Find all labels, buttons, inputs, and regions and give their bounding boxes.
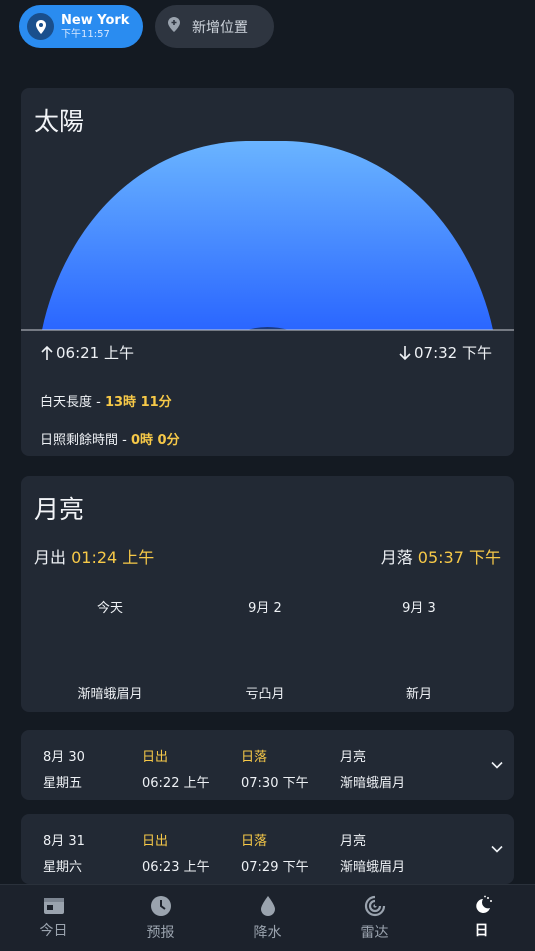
moonset-label: 月落 [380, 548, 413, 567]
nav-tab-radar[interactable]: 雷达 [321, 885, 428, 951]
daylight-value: 13時 11分 [104, 395, 172, 410]
chevron-down-icon[interactable] [490, 842, 504, 856]
sun-card: 太陽 06:21 上午 07:32 下午 白天長度 - 13時 11分 日照剩餘… [21, 88, 514, 456]
sun-daylight-arc [42, 141, 493, 330]
remaining-label: 日照剩餘時間 - [40, 433, 127, 448]
day-sunset-label: 日落 [241, 834, 268, 849]
clock-icon [150, 896, 171, 916]
nav-label: 降水 [253, 925, 282, 941]
sunrise-time: 06:21 上午 [56, 344, 134, 362]
drop-icon [260, 896, 275, 916]
daylight-label: 白天長度 - [40, 395, 101, 410]
radar-icon [364, 895, 386, 917]
nav-tab-sun-moon[interactable]: 日 [428, 885, 535, 951]
moon-phase-name-1: 亏凸月 [245, 687, 285, 702]
moonrise-label: 月出 [34, 548, 67, 567]
day-sunrise: 06:23 上午 [142, 860, 210, 875]
add-location-button[interactable]: 新增位置 [155, 5, 274, 48]
day-moon-label: 月亮 [340, 750, 367, 765]
day-moon-label: 月亮 [340, 834, 367, 849]
moonrise-time: 01:24 上午 [71, 548, 155, 567]
day-weekday: 星期六 [43, 860, 83, 875]
day-sunset-label: 日落 [241, 750, 268, 765]
sunset-time: 07:32 下午 [414, 344, 492, 362]
moon-title: 月亮 [34, 495, 85, 524]
location-bar: New York 下午11:57 新增位置 [19, 5, 274, 48]
nav-label: 预报 [146, 925, 175, 941]
calendar-icon [43, 898, 64, 914]
day-sunrise-label: 日出 [142, 750, 169, 765]
nav-label: 今日 [39, 923, 68, 939]
chevron-down-icon[interactable] [490, 758, 504, 772]
day-row-1[interactable]: 8月 31 星期六 日出 06:23 上午 日落 07:29 下午 月亮 渐暗蛾… [21, 814, 514, 884]
day-sunrise-label: 日出 [142, 834, 169, 849]
moonrise: 月出 01:24 上午 [34, 544, 154, 568]
location-time: 下午11:57 [61, 28, 110, 40]
arrow-down-icon [399, 345, 411, 360]
bottom-nav: 今日 预报 降水 雷达 日 [0, 884, 535, 951]
location-chip-new-york[interactable]: New York 下午11:57 [19, 5, 143, 48]
moonset: 月落 05:37 下午 [381, 544, 501, 568]
location-pin-icon [27, 13, 54, 40]
nav-label: 雷达 [360, 925, 389, 941]
day-weekday: 星期五 [43, 776, 83, 791]
day-moon-phase: 渐暗蛾眉月 [340, 860, 406, 875]
moon-phase-name-0: 渐暗蛾眉月 [77, 687, 143, 702]
nav-label: 日 [474, 923, 489, 939]
day-sunset: 07:29 下午 [241, 860, 309, 875]
day-moon-phase: 渐暗蛾眉月 [340, 776, 406, 791]
day-sunrise: 06:22 上午 [142, 776, 210, 791]
moon-phase-name-2: 新月 [405, 687, 432, 702]
location-city: New York [61, 12, 130, 28]
moon-sun-icon [475, 895, 492, 913]
moon-card: 月亮 月出 01:24 上午 月落 05:37 下午 今天 9月 2 9月 3 … [21, 476, 514, 712]
moon-phase-date-0: 今天 [96, 601, 123, 616]
nav-tab-forecast[interactable]: 预报 [107, 885, 214, 951]
moon-phase-date-2: 9月 3 [402, 601, 436, 616]
day-row-0[interactable]: 8月 30 星期五 日出 06:22 上午 日落 07:30 下午 月亮 渐暗蛾… [21, 730, 514, 800]
moonset-time: 05:37 下午 [417, 548, 501, 567]
remaining-value: 0時 0分 [130, 433, 180, 448]
nav-tab-today[interactable]: 今日 [0, 885, 107, 951]
sunrise: 06:21 上午 [40, 342, 134, 363]
add-location-icon [167, 16, 181, 37]
daylight-length: 白天長度 - 13時 11分 [40, 391, 172, 410]
arrow-up-icon [41, 345, 53, 360]
day-date: 8月 31 [43, 834, 85, 849]
add-location-label: 新增位置 [192, 19, 248, 36]
sun-arc-chart [21, 141, 514, 331]
moon-phase-date-1: 9月 2 [248, 601, 282, 616]
daylight-remaining: 日照剩餘時間 - 0時 0分 [40, 429, 180, 448]
day-sunset: 07:30 下午 [241, 776, 309, 791]
nav-tab-precipitation[interactable]: 降水 [214, 885, 321, 951]
sunset: 07:32 下午 [398, 342, 492, 363]
day-date: 8月 30 [43, 750, 85, 765]
